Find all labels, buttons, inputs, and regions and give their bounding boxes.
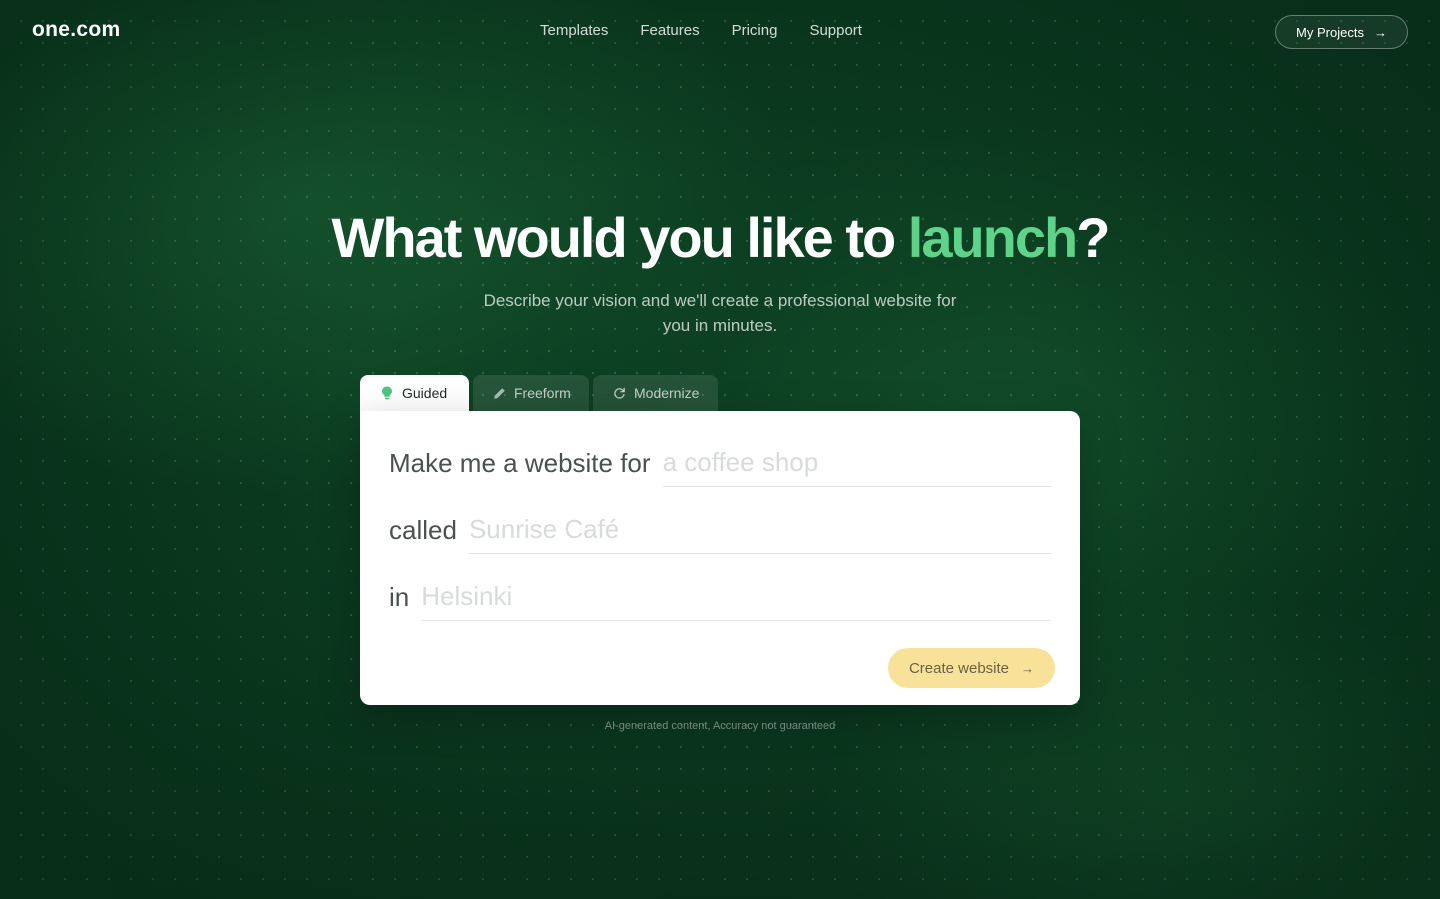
tab-modernize[interactable]: Modernize (593, 375, 718, 411)
hero-title-prefix: What would you like to (331, 206, 908, 269)
logo[interactable]: one.com (32, 18, 120, 42)
tab-freeform-label: Freeform (514, 385, 571, 401)
business-name-row: called (389, 512, 1051, 554)
nav-features[interactable]: Features (640, 22, 699, 39)
business-type-label: Make me a website for (389, 448, 651, 478)
location-row: in (389, 579, 1051, 621)
arrow-right-icon: → (1021, 660, 1035, 676)
arrow-right-icon: → (1373, 24, 1387, 40)
hero-title-accent: launch (907, 206, 1078, 269)
business-name-input[interactable] (468, 512, 1051, 554)
nav-support[interactable]: Support (809, 22, 862, 39)
refresh-icon (613, 386, 626, 400)
business-type-row: Make me a website for (389, 445, 1051, 487)
hero-title: What would you like to launch? (0, 205, 1440, 271)
mode-tabs: Guided Freeform Modernize (360, 375, 718, 411)
business-name-label: called (389, 515, 457, 545)
create-website-label: Create website (908, 659, 1010, 677)
tab-guided[interactable]: Guided (360, 375, 469, 411)
ai-disclaimer: AI-generated content, Accuracy not guara… (604, 720, 836, 732)
create-website-button[interactable]: Create website → (888, 648, 1055, 688)
tab-guided-label: Guided (402, 385, 448, 401)
nav-pricing[interactable]: Pricing (732, 22, 778, 39)
lightbulb-icon (380, 386, 394, 400)
my-projects-button[interactable]: My Projects → (1275, 15, 1408, 49)
hero-title-suffix: ? (1076, 206, 1110, 269)
business-type-input[interactable] (662, 445, 1051, 487)
tab-freeform[interactable]: Freeform (473, 375, 589, 411)
hero-subtitle: Describe your vision and we'll create a … (483, 291, 957, 335)
my-projects-label: My Projects (1296, 24, 1364, 40)
nav-templates[interactable]: Templates (540, 22, 608, 39)
location-label: in (389, 582, 410, 612)
main-nav: Templates Features Pricing Support (540, 22, 862, 39)
tab-modernize-label: Modernize (634, 385, 700, 401)
pencil-icon (493, 386, 506, 400)
site-header: one.com Templates Features Pricing Suppo… (0, 0, 1440, 64)
location-input[interactable] (421, 579, 1051, 621)
website-prompt-card: Make me a website for called in Create w… (360, 411, 1080, 705)
